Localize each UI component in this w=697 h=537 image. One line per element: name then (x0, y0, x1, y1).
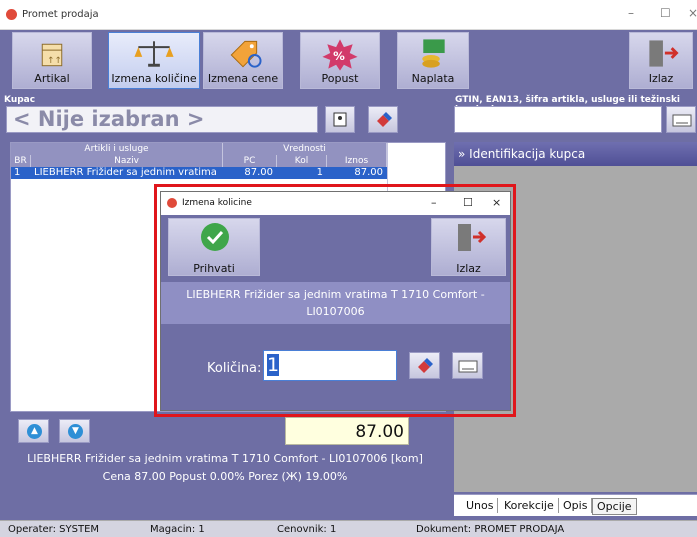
eraser-icon (377, 112, 392, 127)
dialog-maximize-button[interactable]: ☐ (463, 196, 473, 209)
main-toolbar: ↑↑ Artikal Izmena količine Izmena cene %… (0, 30, 697, 92)
col-br[interactable]: BR (11, 155, 31, 167)
row-naziv: LIEBHERR Frižider sa jednim vratima T (34, 167, 220, 178)
prihvati-button[interactable]: Prihvati (168, 218, 260, 276)
scale-icon (134, 41, 174, 67)
row-kol: 1 (316, 167, 323, 178)
percent-icon: % (322, 39, 358, 71)
quantity-label: Količina: (207, 361, 262, 376)
total-amount: 87.00 (285, 417, 409, 445)
window-title: Promet prodaja (22, 9, 99, 20)
close-button[interactable]: × (688, 6, 697, 20)
gtin-input[interactable] (454, 106, 662, 133)
izmena-kolicine-label: Izmena količine (111, 72, 197, 85)
tab-opcije[interactable]: Opcije (592, 498, 637, 515)
status-cenovnik: Cenovnik: 1 (277, 524, 337, 535)
exit-door-icon (458, 224, 487, 251)
col-pc[interactable]: PC (223, 155, 277, 167)
dialog-titlebar: Izmena kolicine – ☐ × (161, 192, 510, 215)
naplata-label: Naplata (411, 72, 455, 85)
dialog-app-icon (167, 198, 177, 208)
artikal-button[interactable]: ↑↑ Artikal (12, 32, 92, 89)
tab-unos[interactable]: Unos (462, 498, 499, 513)
keyboard-icon (672, 114, 692, 127)
bottom-tabs: Unos Korekcije Opis Opcije (454, 494, 697, 516)
izlaz-label: Izlaz (648, 72, 674, 85)
coins-icon (422, 39, 445, 68)
group-header-artikli: Artikli i usluge (11, 143, 223, 155)
izlaz-button[interactable]: Izlaz (629, 32, 693, 89)
dialog-izlaz-label: Izlaz (456, 262, 481, 275)
grid-column-header: BR Naziv PC Kol Iznos (11, 155, 387, 167)
chevron-up-icon: ▲ (27, 424, 42, 439)
dialog-minimize-button[interactable]: – (431, 196, 437, 209)
col-iznos[interactable]: Iznos (327, 155, 387, 167)
group-header-vrednosti: Vrednosti (223, 143, 387, 155)
row-br: 1 (14, 167, 21, 178)
ident-title: Identifikacija kupca (469, 147, 586, 161)
scroll-down-button[interactable]: ▼ (59, 419, 90, 443)
item-description: LIEBHERR Frižider sa jednim vratima T 17… (27, 452, 423, 465)
svg-text:↑↑: ↑↑ (47, 56, 62, 66)
window-titlebar: Promet prodaja – ☐ × (0, 0, 697, 30)
item-price-info: Cena 87.00 Popust 0.00% Porez (Ж) 19.00% (102, 470, 348, 483)
clear-quantity-button[interactable] (409, 352, 440, 379)
grid-group-header: Artikli i usluge Vrednosti (11, 143, 387, 155)
naplata-button[interactable]: Naplata (397, 32, 469, 89)
izmena-cene-label: Izmena cene (207, 72, 279, 85)
izmena-kolicine-button[interactable]: Izmena količine (108, 32, 200, 89)
quantity-keyboard-button[interactable] (452, 352, 483, 379)
table-row[interactable]: 1 LIEBHERR Frižider sa jednim vratima T … (11, 167, 387, 179)
kupac-label: Kupac (4, 95, 36, 105)
eraser-icon (418, 358, 433, 373)
dialog-close-button[interactable]: × (492, 196, 501, 209)
prihvati-label: Prihvati (193, 262, 235, 275)
status-magacin: Magacin: 1 (150, 524, 205, 535)
row-iznos: 87.00 (354, 167, 383, 178)
maximize-button[interactable]: ☐ (660, 6, 671, 20)
dialog-item-name: LIEBHERR Frižider sa jednim vratima T 17… (161, 282, 510, 324)
box-icon: ↑↑ (41, 43, 63, 67)
contact-card-icon (333, 112, 347, 127)
dialog-title: Izmena kolicine (182, 198, 252, 208)
quantity-value: 1 (267, 354, 280, 376)
quantity-input[interactable]: 1 (263, 350, 397, 381)
tab-korekcije[interactable]: Korekcije (500, 498, 559, 513)
popust-label: Popust (321, 72, 359, 85)
artikal-label: Artikal (34, 72, 70, 85)
izmena-cene-button[interactable]: Izmena cene (203, 32, 283, 89)
row-pc: 87.00 (244, 167, 273, 178)
price-tag-icon (230, 40, 262, 68)
tab-opis[interactable]: Opis (559, 498, 593, 513)
col-naziv[interactable]: Naziv (31, 155, 223, 167)
dialog-izlaz-button[interactable]: Izlaz (431, 218, 506, 276)
exit-door-icon (649, 40, 679, 67)
expand-icon: » (458, 147, 470, 161)
keyboard-icon (458, 360, 478, 373)
gtin-keyboard-button[interactable] (666, 106, 696, 133)
select-customer-button[interactable] (325, 106, 355, 133)
svg-text:%: % (333, 49, 345, 63)
minimize-button[interactable]: – (628, 6, 634, 20)
ident-header[interactable]: » Identifikacija kupca (454, 142, 697, 166)
clear-customer-button[interactable] (368, 106, 398, 133)
checkmark-icon (201, 223, 229, 251)
chevron-down-icon: ▼ (68, 424, 83, 439)
app-icon (6, 9, 17, 20)
status-operater: Operater: SYSTEM (8, 524, 100, 535)
scroll-up-button[interactable]: ▲ (18, 419, 49, 443)
kupac-field[interactable]: < Nije izabran > (6, 106, 318, 133)
popust-button[interactable]: % Popust (300, 32, 380, 89)
quantity-dialog: Izmena kolicine – ☐ × Prihvati Izlaz LIE… (160, 191, 511, 411)
status-bar: Operater: SYSTEM Magacin: 1 Cenovnik: 1 … (0, 520, 697, 537)
col-kol[interactable]: Kol (277, 155, 327, 167)
status-dokument: Dokument: PROMET PRODAJA (416, 524, 565, 535)
